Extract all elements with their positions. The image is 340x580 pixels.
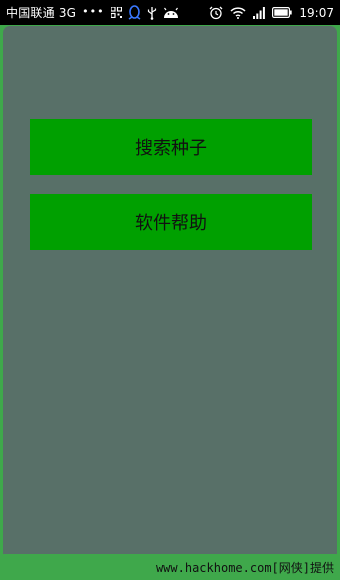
app-panel: 搜索种子 软件帮助 — [3, 26, 337, 554]
alarm-clock-icon — [209, 6, 223, 20]
watermark-bar: www.hackhome.com[网侠]提供 — [0, 554, 340, 580]
watermark-text: www.hackhome.com[网侠]提供 — [155, 560, 334, 575]
wifi-icon — [230, 6, 246, 19]
qq-penguin-icon — [128, 4, 141, 21]
software-help-button[interactable]: 软件帮助 — [30, 194, 312, 250]
status-time: 19:07 — [299, 5, 334, 20]
battery-icon — [272, 7, 293, 18]
carrier-label: 中国联通 3G — [6, 6, 77, 20]
overflow-dots: ••• — [82, 5, 105, 18]
search-torrent-button[interactable]: 搜索种子 — [30, 119, 312, 175]
status-bar: 中国联通 3G ••• 19:07 — [0, 0, 340, 25]
signal-icon — [253, 6, 266, 19]
usb-icon — [147, 6, 157, 20]
android-icon — [163, 7, 179, 19]
app-grid-icon — [110, 7, 122, 18]
